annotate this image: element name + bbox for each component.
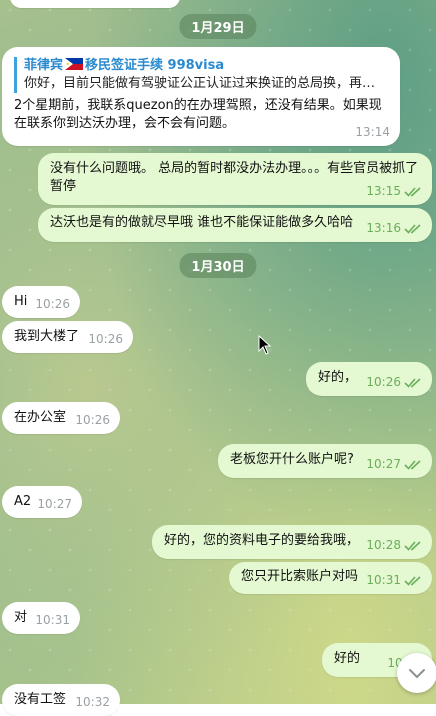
message-bubble[interactable]: 对 10:31 xyxy=(2,602,80,634)
philippines-flag-icon xyxy=(65,58,84,70)
message-meta: 13:16 xyxy=(366,219,422,237)
message-time: 10:26 xyxy=(75,413,110,427)
message-bubble[interactable]: 我到大楼了 10:26 xyxy=(2,321,133,353)
reply-sender: 菲律宾 移民签证手续 998visa xyxy=(24,58,225,73)
message-meta: 10:26 xyxy=(35,295,70,313)
message-meta: 10:27 xyxy=(366,455,422,473)
message-time: 10:26 xyxy=(88,332,123,346)
message-meta: 13:14 xyxy=(355,123,390,141)
message-meta: 10:32 xyxy=(75,693,110,711)
double-check-icon xyxy=(404,459,421,470)
message-bubble[interactable]: 达沃也是有的做就尽早哦 谁也不能保证能做多久哈哈 13:16 xyxy=(38,208,432,242)
message-time: 10:31 xyxy=(35,613,70,627)
message-time: 10:26 xyxy=(366,375,401,389)
date-separator: 1月30日 xyxy=(179,253,257,278)
message-bubble[interactable]: A2 10:27 xyxy=(2,486,82,518)
message-bubble[interactable]: Hi 10:26 xyxy=(2,286,80,318)
message-text: 好的 xyxy=(334,651,361,666)
chevron-down-icon xyxy=(409,669,425,679)
message-text: A2 xyxy=(14,494,32,509)
message-bubble[interactable]: 好的， 10:26 xyxy=(306,362,432,396)
message-time: 10:32 xyxy=(75,695,110,709)
message-text: 好的， xyxy=(318,370,358,385)
message-text: 好的，您的资料电子的要给我哦， xyxy=(164,533,360,548)
double-check-icon xyxy=(404,186,421,197)
double-check-icon xyxy=(404,575,421,586)
scroll-to-bottom-button[interactable] xyxy=(397,653,436,693)
message-time: 13:15 xyxy=(366,184,401,198)
message-bubble[interactable]: 菲律宾 移民签证手续 998visa 你好，目前只能做有驾驶证公正认证过来换证的总… xyxy=(2,47,400,146)
message-meta: 10:31 xyxy=(366,571,422,589)
message-meta: 10:27 xyxy=(37,495,72,513)
message-text: 老板您开什么账户呢? xyxy=(230,452,354,467)
mouse-cursor-icon xyxy=(258,335,272,355)
message-time: 10:31 xyxy=(366,573,401,587)
message-meta: 10:28 xyxy=(366,536,422,554)
message-time: 10:27 xyxy=(37,497,72,511)
message-text: 达沃也是有的做就尽早哦 谁也不能保证能做多久哈哈 xyxy=(50,215,354,230)
message-meta: 13:15 xyxy=(366,182,422,200)
message-text: 您只开比索账户对吗 xyxy=(241,569,359,584)
message-meta: 10:26 xyxy=(88,330,123,348)
reply-text: 你好，目前只能做有驾驶证公正认证过来换证的总局换，再者... xyxy=(24,76,386,91)
message-bubble[interactable]: 老板您开什么账户呢? 10:27 xyxy=(218,444,432,478)
message-text: Hi xyxy=(14,294,28,309)
date-separator: 1月29日 xyxy=(179,14,257,39)
message-bubble-partial[interactable] xyxy=(10,0,180,8)
message-text: 我到大楼了 xyxy=(14,329,80,344)
message-meta: 10:26 xyxy=(75,411,110,429)
message-bubble[interactable]: 没有什么问题哦。 总局的暂时都没办法办理。。。有些官员被抓了 暂停 13:15 xyxy=(38,153,432,205)
message-text: 对 xyxy=(14,610,28,625)
reply-quote[interactable]: 菲律宾 移民签证手续 998visa 你好，目前只能做有驾驶证公正认证过来换证的总… xyxy=(14,57,390,93)
message-text: 没有工签 xyxy=(14,692,67,707)
message-time: 10:28 xyxy=(366,538,401,552)
message-time: 10:26 xyxy=(35,297,70,311)
double-check-icon xyxy=(404,540,421,551)
message-time: 13:14 xyxy=(355,125,390,139)
message-bubble[interactable]: 好的，您的资料电子的要给我哦， 10:28 xyxy=(152,525,432,559)
message-bubble[interactable]: 您只开比索账户对吗 10:31 xyxy=(229,562,432,594)
message-bubble[interactable]: 在办公室 10:26 xyxy=(2,402,120,434)
message-time: 13:16 xyxy=(366,221,401,235)
double-check-icon xyxy=(404,223,421,234)
message-time: 10:27 xyxy=(366,457,401,471)
message-meta: 10:26 xyxy=(366,373,422,391)
message-text: 在办公室 xyxy=(14,410,67,425)
double-check-icon xyxy=(404,377,421,388)
message-text: 2个星期前，我联系quezon的在办理驾照，还没有结果。如果现在联系你到达沃办理… xyxy=(14,98,382,131)
message-bubble[interactable]: 没有工签 10:32 xyxy=(2,684,120,716)
message-meta: 10:31 xyxy=(35,611,70,629)
